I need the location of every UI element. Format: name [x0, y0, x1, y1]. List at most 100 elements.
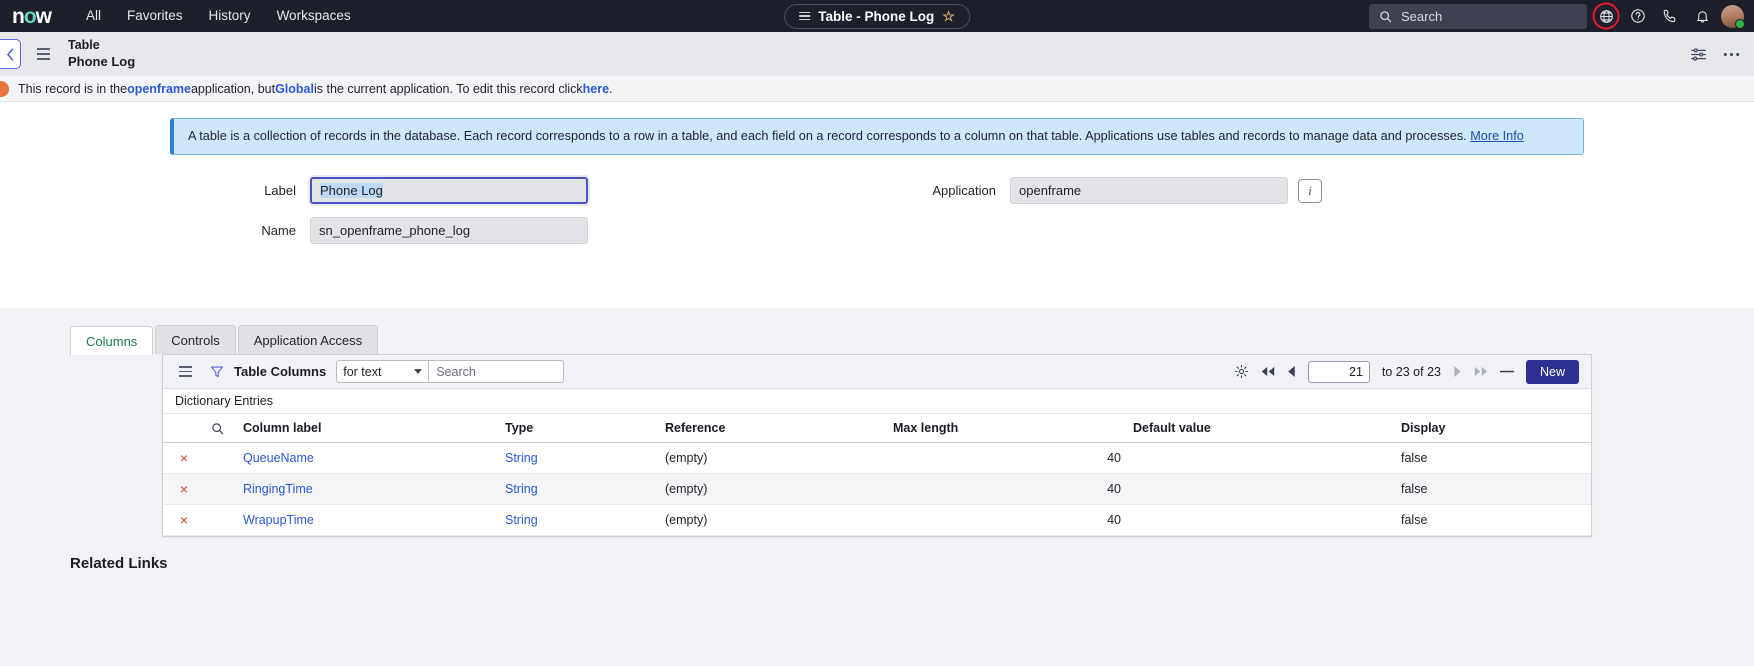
first-page-icon[interactable] [1261, 366, 1275, 377]
tab-controls[interactable]: Controls [155, 325, 236, 354]
columns-table: Column label Type Reference Max length D… [163, 414, 1591, 536]
cell-reference: (empty) [659, 473, 887, 505]
more-options-icon[interactable] [1723, 52, 1740, 57]
tab-application-access[interactable]: Application Access [237, 325, 379, 354]
header-reference[interactable]: Reference [659, 414, 887, 443]
banner-link-openframe[interactable]: openframe [127, 82, 191, 96]
list-icon [799, 11, 811, 21]
logo-text-n: n [12, 4, 25, 28]
breadcrumb-bar: Table Phone Log [0, 32, 1754, 76]
phone-icon[interactable] [1657, 3, 1683, 29]
columns-table-header: Column label Type Reference Max length D… [163, 414, 1591, 443]
dictionary-entries-label: Dictionary Entries [163, 389, 1591, 414]
banner-link-here[interactable]: here [583, 82, 609, 96]
delete-row-icon[interactable]: × [180, 512, 188, 528]
record-title-text: Table - Phone Log [818, 8, 935, 24]
related-links-heading: Related Links [70, 555, 168, 572]
list-toolbar: Table Columns for text Search 21 to 23 o… [163, 355, 1591, 389]
cell-column-label[interactable]: WrapupTime [243, 513, 314, 527]
next-page-icon[interactable] [1453, 366, 1462, 377]
application-input-value: openframe [1019, 183, 1082, 199]
chevron-down-icon [414, 369, 423, 374]
label-input[interactable]: Phone Log [308, 175, 590, 207]
breadcrumb: Table Phone Log [68, 38, 135, 70]
application-input[interactable]: openframe [1010, 177, 1288, 205]
star-icon[interactable]: ☆ [942, 8, 955, 25]
funnel-icon[interactable] [210, 365, 224, 379]
more-info-link[interactable]: More Info [1470, 129, 1524, 143]
global-search-input[interactable]: Search [1369, 3, 1587, 29]
name-input-value: sn_openframe_phone_log [319, 223, 471, 239]
info-icon[interactable]: i [1298, 178, 1322, 203]
search-column-header[interactable] [205, 414, 237, 443]
name-input[interactable]: sn_openframe_phone_log [310, 217, 588, 245]
field-row-name: Name sn_openframe_phone_log [0, 217, 880, 245]
banner-text-2: application, but [190, 81, 276, 96]
header-type[interactable]: Type [499, 414, 659, 443]
breadcrumb-menu-icon[interactable] [37, 48, 50, 60]
delete-column-header [163, 414, 205, 443]
form-settings-icon[interactable] [1690, 47, 1707, 62]
global-search-placeholder: Search [1401, 8, 1443, 24]
nav-item-workspaces[interactable]: Workspaces [264, 0, 364, 32]
header-column-label[interactable]: Column label [237, 414, 499, 443]
table-row[interactable]: × RingingTime String (empty) 40 false [163, 473, 1591, 505]
cell-type[interactable]: String [505, 482, 538, 496]
field-row-label: Label Phone Log [0, 175, 880, 207]
name-field-label: Name [261, 223, 296, 239]
cell-display: false [1395, 473, 1591, 505]
cell-column-label[interactable]: RingingTime [243, 482, 313, 496]
banner-text-1: This record is in the [18, 81, 128, 96]
cell-max-length: 40 [887, 504, 1127, 536]
delete-row-icon[interactable]: × [180, 450, 188, 466]
globe-icon[interactable] [1592, 2, 1620, 30]
list-pagination: 21 to 23 of 23 New [1234, 359, 1583, 384]
servicenow-logo[interactable]: now [12, 4, 52, 28]
nav-item-all[interactable]: All [73, 0, 114, 32]
header-display[interactable]: Display [1395, 414, 1591, 443]
table-row[interactable]: × WrapupTime String (empty) 40 false [163, 504, 1591, 536]
form-column-left: Label Phone Log Name sn_openframe_phone_… [0, 175, 880, 257]
prev-page-icon[interactable] [1287, 366, 1296, 377]
info-box-text: A table is a collection of records in th… [188, 129, 1471, 143]
bell-icon[interactable] [1689, 3, 1715, 29]
form-column-right: Application openframe i [880, 177, 1754, 257]
help-icon[interactable] [1625, 3, 1651, 29]
cell-type[interactable]: String [505, 513, 538, 527]
list-search-input[interactable]: Search [429, 360, 565, 383]
cell-type[interactable]: String [505, 451, 538, 465]
banner-link-global[interactable]: Global [275, 82, 314, 96]
record-form: A table is a collection of records in th… [0, 102, 1754, 308]
row-spacer-cell [205, 473, 237, 505]
new-button[interactable]: New [1525, 359, 1579, 384]
nav-item-favorites[interactable]: Favorites [114, 0, 196, 32]
last-page-icon[interactable] [1474, 366, 1488, 377]
cell-display: false [1395, 442, 1591, 474]
avatar[interactable] [1721, 4, 1745, 29]
related-list-tabs: Columns Controls Application Access [0, 324, 1754, 355]
nav-item-history[interactable]: History [196, 0, 264, 32]
filter-field-select[interactable]: for text [336, 360, 430, 383]
logo-text-o: o [23, 4, 37, 28]
tab-columns[interactable]: Columns [70, 326, 154, 355]
list-menu-icon[interactable] [179, 365, 192, 378]
header-default-value[interactable]: Default value [1127, 414, 1395, 443]
page-number-input[interactable]: 21 [1307, 360, 1370, 383]
list-search-placeholder: Search [436, 364, 476, 379]
delete-row-icon[interactable]: × [180, 481, 188, 497]
chevron-left-icon [6, 47, 13, 61]
columns-table-body: × QueueName String (empty) 40 false × Ri… [163, 442, 1591, 536]
record-title-pill[interactable]: Table - Phone Log ☆ [784, 3, 970, 29]
minimize-icon[interactable] [1499, 370, 1514, 373]
table-row[interactable]: × QueueName String (empty) 40 false [163, 442, 1591, 474]
gear-icon[interactable] [1234, 364, 1249, 379]
application-field-label: Application [932, 183, 996, 199]
table-description-info-box: A table is a collection of records in th… [170, 118, 1584, 156]
globe-highlight-ring [1592, 2, 1620, 30]
back-button[interactable] [0, 39, 21, 69]
header-max-length[interactable]: Max length [887, 414, 1127, 443]
banner-text-3: is the current application. To edit this… [313, 81, 583, 96]
filter-field-value: for text [343, 364, 382, 379]
cell-column-label[interactable]: QueueName [243, 451, 314, 465]
field-row-application: Application openframe i [880, 177, 1754, 205]
